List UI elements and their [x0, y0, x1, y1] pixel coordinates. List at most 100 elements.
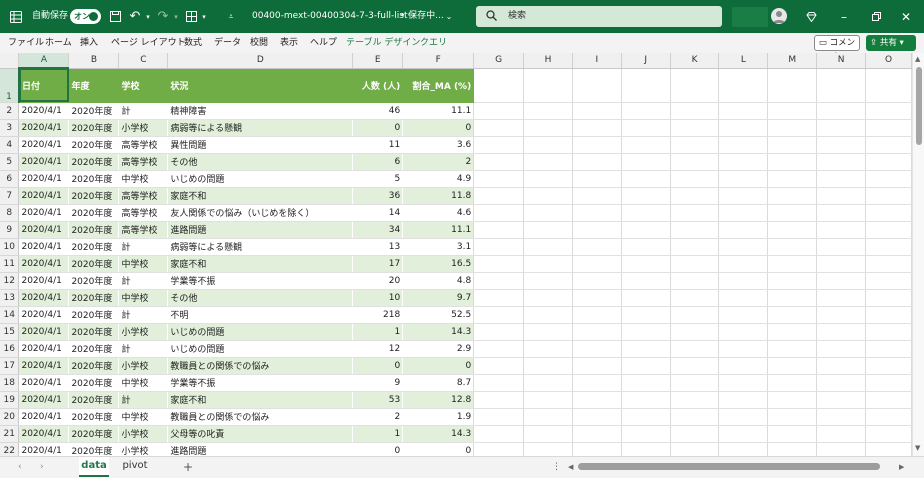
table-cell[interactable]: 14	[352, 204, 403, 222]
table-cell[interactable]: 2020年度	[68, 306, 119, 324]
table-header-cell[interactable]: 学校	[118, 68, 169, 103]
empty-cell[interactable]	[523, 204, 573, 222]
table-cell[interactable]: 2020年度	[68, 221, 119, 239]
empty-cell[interactable]	[767, 68, 818, 103]
empty-cell[interactable]	[621, 119, 671, 137]
empty-cell[interactable]	[718, 204, 769, 222]
autosave-toggle[interactable]: オン	[70, 9, 101, 24]
select-all-corner[interactable]	[0, 53, 20, 69]
empty-cell[interactable]	[621, 374, 671, 392]
empty-cell[interactable]	[621, 187, 671, 205]
table-cell[interactable]: 1.9	[402, 408, 475, 426]
menu-home[interactable]: ホーム	[45, 33, 72, 53]
table-cell[interactable]: 4.9	[402, 170, 475, 188]
empty-cell[interactable]	[473, 238, 525, 256]
table-cell[interactable]: 精神障害	[167, 102, 353, 120]
table-cell[interactable]: 11.8	[402, 187, 475, 205]
empty-cell[interactable]	[473, 119, 525, 137]
empty-cell[interactable]	[865, 255, 912, 273]
empty-cell[interactable]	[670, 153, 720, 171]
menu-insert[interactable]: 挿入	[80, 33, 98, 53]
customize-toolbar-icon[interactable]: ⩡	[226, 0, 236, 33]
empty-cell[interactable]	[473, 408, 525, 426]
empty-cell[interactable]	[572, 272, 622, 290]
row-header[interactable]: 16	[0, 340, 20, 358]
empty-cell[interactable]	[473, 221, 525, 239]
table-cell[interactable]: 2020/4/1	[18, 374, 69, 392]
empty-cell[interactable]	[670, 408, 720, 426]
table-cell[interactable]: 2020/4/1	[18, 425, 69, 443]
menu-formulas[interactable]: 数式	[184, 33, 202, 53]
table-cell[interactable]: その他	[167, 289, 353, 307]
menu-page-layout[interactable]: ページ レイアウト	[111, 33, 186, 53]
column-header-m[interactable]: M	[767, 53, 818, 69]
empty-cell[interactable]	[816, 153, 867, 171]
prev-sheet-icon[interactable]: ‹	[18, 457, 22, 477]
column-header-n[interactable]: N	[816, 53, 867, 69]
empty-cell[interactable]	[865, 357, 912, 375]
empty-cell[interactable]	[816, 68, 867, 103]
row-header[interactable]: 11	[0, 255, 20, 273]
empty-cell[interactable]	[523, 102, 573, 120]
empty-cell[interactable]	[718, 408, 769, 426]
row-header[interactable]: 4	[0, 136, 20, 154]
table-cell[interactable]: 4.8	[402, 272, 475, 290]
table-cell[interactable]: 小学校	[118, 323, 168, 341]
table-cell[interactable]: 小学校	[118, 442, 168, 456]
empty-cell[interactable]	[572, 102, 622, 120]
empty-cell[interactable]	[767, 170, 818, 188]
row-header[interactable]: 2	[0, 102, 20, 120]
empty-cell[interactable]	[523, 221, 573, 239]
empty-cell[interactable]	[670, 306, 720, 324]
scroll-down-icon[interactable]: ▼	[915, 444, 920, 452]
table-cell[interactable]: 4.6	[402, 204, 475, 222]
table-cell[interactable]: 2020/4/1	[18, 153, 69, 171]
empty-cell[interactable]	[621, 255, 671, 273]
empty-cell[interactable]	[865, 306, 912, 324]
empty-cell[interactable]	[670, 136, 720, 154]
save-status[interactable]: • 保存中...	[400, 0, 444, 33]
empty-cell[interactable]	[816, 289, 867, 307]
table-cell[interactable]: 2020年度	[68, 238, 119, 256]
filename-chevron-icon[interactable]: ⌄	[444, 0, 454, 33]
empty-cell[interactable]	[670, 187, 720, 205]
empty-cell[interactable]	[670, 238, 720, 256]
empty-cell[interactable]	[572, 289, 622, 307]
comment-button[interactable]: ▭ コメント	[814, 35, 860, 62]
empty-cell[interactable]	[816, 374, 867, 392]
table-cell[interactable]: 2020/4/1	[18, 306, 69, 324]
empty-cell[interactable]	[718, 323, 769, 341]
empty-cell[interactable]	[816, 306, 867, 324]
empty-cell[interactable]	[473, 68, 525, 103]
row-header[interactable]: 15	[0, 323, 20, 341]
empty-cell[interactable]	[865, 340, 912, 358]
empty-cell[interactable]	[621, 289, 671, 307]
row-header[interactable]: 1	[0, 68, 20, 103]
empty-cell[interactable]	[572, 374, 622, 392]
table-cell[interactable]: 218	[352, 306, 403, 324]
empty-cell[interactable]	[523, 170, 573, 188]
empty-cell[interactable]	[621, 408, 671, 426]
empty-cell[interactable]	[767, 289, 818, 307]
empty-cell[interactable]	[865, 204, 912, 222]
row-header[interactable]: 14	[0, 306, 20, 324]
empty-cell[interactable]	[523, 255, 573, 273]
vertical-scrollbar[interactable]: ▲ ▼	[912, 53, 924, 456]
table-cell[interactable]: 2020年度	[68, 374, 119, 392]
table-cell[interactable]: 12.8	[402, 391, 475, 409]
table-cell[interactable]: 9	[352, 374, 403, 392]
empty-cell[interactable]	[816, 221, 867, 239]
table-cell[interactable]: 5	[352, 170, 403, 188]
empty-cell[interactable]	[572, 238, 622, 256]
table-header-cell[interactable]: 状況	[167, 68, 354, 103]
empty-cell[interactable]	[816, 119, 867, 137]
empty-cell[interactable]	[865, 187, 912, 205]
row-header[interactable]: 22	[0, 442, 20, 456]
empty-cell[interactable]	[523, 391, 573, 409]
table-cell[interactable]: 2020/4/1	[18, 238, 69, 256]
premium-diamond-icon[interactable]	[804, 0, 818, 33]
empty-cell[interactable]	[670, 357, 720, 375]
table-cell[interactable]: 2020/4/1	[18, 272, 69, 290]
row-header[interactable]: 5	[0, 153, 20, 171]
empty-cell[interactable]	[621, 425, 671, 443]
